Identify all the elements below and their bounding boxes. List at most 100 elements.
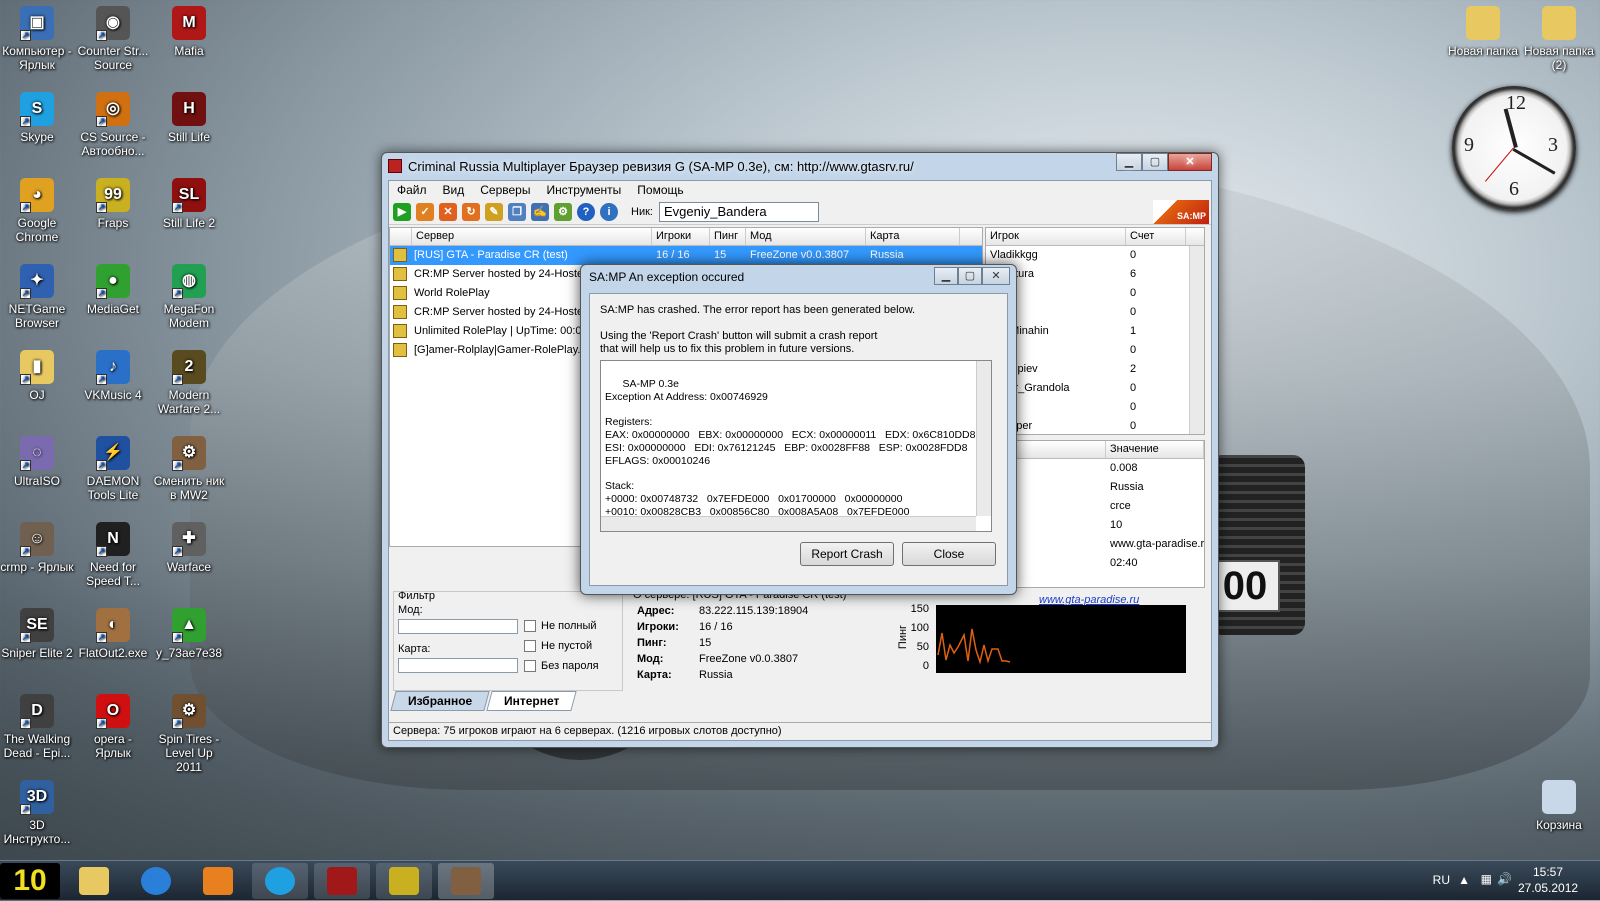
desktop-icon[interactable]: ♪ ↗ VKMusic 4 [76,350,150,402]
desktop-icon[interactable]: ⚡ ↗ DAEMON Tools Lite [76,436,150,502]
desktop-icon[interactable]: ◌ ↗ UltraISO [0,436,74,488]
desktop-icon[interactable]: ✦ ↗ NETGame Browser [0,264,74,330]
tab-internet[interactable]: Интернет [486,691,578,711]
report-crash-button[interactable]: Report Crash [800,542,894,566]
player-row[interactable]: ec0 [986,341,1204,360]
player-row[interactable]: Vladikkgg 0 [986,246,1204,265]
desktop-icon[interactable]: ◐ ↗ FlatOut2.exe [76,608,150,660]
desktop-icon[interactable]: ◕ ↗ Google Chrome [0,178,74,244]
minimize-button[interactable]: ▁ [1116,153,1142,171]
start-button[interactable]: 10 [0,862,60,899]
taskbar-media-player[interactable] [190,863,246,899]
player-list[interactable]: ИгрокСчет Vladikkgg 0 _Ventura6dos0r0niy_M… [985,227,1205,435]
window-titlebar[interactable]: Criminal Russia Multiplayer Браузер реви… [382,153,1218,179]
crash-report-text[interactable]: SA-MP 0.3e Exception At Address: 0x00746… [600,360,992,532]
desktop-icon[interactable]: ☺ ↗ crmp - Ярлык [0,522,74,574]
desktop-icon[interactable]: N ↗ Need for Speed T... [76,522,150,588]
column-header[interactable]: Сервер [412,228,652,245]
desktop-icon[interactable]: ◉ ↗ Counter Str... Source [76,6,150,72]
tab-favorites[interactable]: Избранное [390,691,490,711]
notes-icon[interactable]: ✍ [531,202,549,221]
rule-row[interactable]: urlwww.gta-paradise.r [986,535,1204,554]
menu-item[interactable]: Вид [435,183,473,197]
clock-gadget[interactable]: 12 3 6 9 [1452,86,1576,210]
desktop-icon[interactable]: SE ↗ Sniper Elite 2 [0,608,74,660]
filter-map-input[interactable] [398,658,518,673]
column-header[interactable]: Мод [746,228,866,245]
desktop-icon[interactable]: SL ↗ Still Life 2 [152,178,226,230]
rcon-icon[interactable]: ⚙ [554,202,572,221]
player-row[interactable]: _Cooper0 [986,417,1204,436]
desktop-icon[interactable]: Новая папка (2) [1522,6,1596,72]
desktop-icon[interactable]: ● ↗ MediaGet [76,264,150,316]
column-header[interactable]: Счет [1126,228,1186,245]
taskbar-game[interactable] [438,862,494,899]
desktop-icon[interactable]: ◍ ↗ MegaFon Modem [152,264,226,330]
close-window-button[interactable]: ✕ [1168,153,1212,171]
taskbar-fraps[interactable] [376,862,432,899]
menu-item[interactable]: Помощь [629,183,691,197]
desktop-icon[interactable]: ▲ ↗ y_73ae7e38 [152,608,226,660]
rule-row[interactable]: ity0.008 [986,459,1204,478]
taskbar-samp[interactable] [314,862,370,899]
edit-icon[interactable]: ✎ [485,202,503,221]
taskbar-explorer[interactable] [66,863,122,899]
taskbar-ie[interactable] [128,863,184,899]
nick-input[interactable]: Evgeniy_Bandera [658,201,819,222]
copy-icon[interactable]: ❐ [508,202,526,221]
column-header[interactable]: Игрок [986,228,1126,245]
player-row[interactable]: r0 [986,303,1204,322]
desktop-icon[interactable]: O ↗ opera - Ярлык [76,694,150,760]
filter-mode-input[interactable] [398,619,518,634]
connect-icon[interactable]: ▶ [393,202,411,221]
about-icon[interactable]: i [600,202,618,221]
menu-item[interactable]: Инструменты [538,183,629,197]
rule-row[interactable]: ltime02:40 [986,554,1204,573]
player-list-scrollbar[interactable] [1189,246,1204,434]
desktop-icon[interactable]: S ↗ Skype [0,92,74,144]
desktop-icon[interactable]: Корзина [1522,780,1596,832]
desktop-icon[interactable]: ◎ ↗ CS Source - Автообно... [76,92,150,158]
server-row[interactable]: [RUS] GTA - Paradise CR (test) 16 / 16 15 F… [390,246,982,265]
rule-row[interactable]: ioncrce [986,497,1204,516]
rule-row[interactable]: ameRussia [986,478,1204,497]
report-horizontal-scrollbar[interactable] [601,516,976,531]
report-vertical-scrollbar[interactable] [976,361,991,516]
rules-list[interactable]: вилоЗначение ity0.008ameRussiaioncrceher… [985,440,1205,588]
help-icon[interactable]: ? [577,202,595,221]
add-favorite-icon[interactable]: ✓ [416,202,434,221]
player-row[interactable]: _Ventura6 [986,265,1204,284]
language-indicator[interactable]: RU [1433,873,1450,887]
network-icon[interactable]: ▦ [1481,872,1492,886]
desktop-icon[interactable]: H Still Life [152,92,226,144]
player-row[interactable]: dos0 [986,284,1204,303]
desktop-icon[interactable]: D ↗ The Walking Dead - Epi... [0,694,74,760]
close-button[interactable]: Close [902,542,996,566]
desktop-icon[interactable]: M Mafia [152,6,226,58]
dialog-close-icon[interactable]: ✕ [982,267,1010,285]
not-full-checkbox[interactable]: Не полный [524,620,597,632]
desktop-icon[interactable]: ▮ ↗ OJ [0,350,74,402]
refresh-icon[interactable]: ↻ [462,202,480,221]
menu-item[interactable]: Файл [389,183,435,197]
desktop-icon[interactable]: ⚙ ↗ Spin Tires - Level Up 2011 [152,694,226,774]
desktop-icon[interactable]: 3D ↗ 3D Инструкто... [0,780,74,846]
taskbar-skype[interactable] [252,862,308,899]
player-row[interactable]: ander_Grandola 0 [986,379,1204,398]
column-header[interactable]: Пинг [710,228,746,245]
maximize-button[interactable]: ▢ [1142,153,1168,171]
desktop-icon[interactable]: ✚ ↗ Warface [152,522,226,574]
desktop-icon[interactable]: ⚙ ↗ Сменить ник в MW2 [152,436,226,502]
clock-time[interactable]: 15:57 [1518,865,1578,879]
not-empty-checkbox[interactable]: Не пустой [524,640,592,652]
desktop-icon[interactable]: ▣ ↗ Компьютер - Ярлык [0,6,74,72]
desktop-icon[interactable]: 99 ↗ Fraps [76,178,150,230]
column-header[interactable]: Значение [1106,441,1204,458]
dialog-maximize-button[interactable]: ▢ [958,267,982,285]
player-row[interactable]: ey_Я0 [986,398,1204,417]
player-row[interactable]: niy_Minahin 1 [986,322,1204,341]
desktop-icon[interactable]: 2 ↗ Modern Warfare 2... [152,350,226,416]
volume-icon[interactable]: 🔊 [1497,872,1512,886]
column-header[interactable]: Карта [866,228,960,245]
no-password-checkbox[interactable]: Без пароля [524,660,599,672]
